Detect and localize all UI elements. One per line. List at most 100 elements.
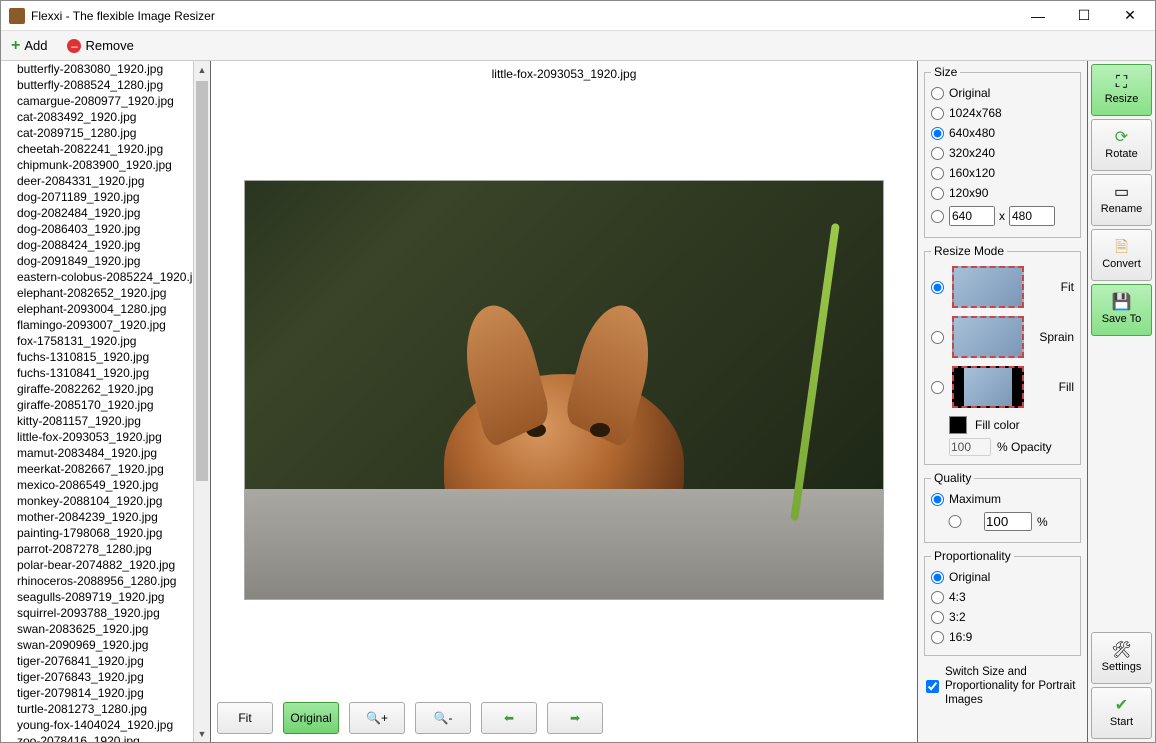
switch-portrait-row[interactable]: Switch Size and Proportionality for Port… bbox=[924, 662, 1081, 711]
list-item[interactable]: fuchs-1310815_1920.jpg bbox=[1, 349, 193, 365]
resize-button[interactable]: ⛶ Resize bbox=[1091, 64, 1152, 116]
convert-button[interactable]: 🗎 Convert bbox=[1091, 229, 1152, 281]
next-button[interactable]: ➡ bbox=[547, 702, 603, 734]
file-list-scrollbar[interactable]: ▲ ▼ bbox=[193, 61, 210, 742]
original-button[interactable]: Original bbox=[283, 702, 339, 734]
resize-mode-sprain[interactable]: Sprain bbox=[931, 312, 1074, 362]
sprain-radio[interactable] bbox=[931, 331, 944, 344]
list-item[interactable]: cheetah-2082241_1920.jpg bbox=[1, 141, 193, 157]
proportionality-radio[interactable] bbox=[931, 611, 944, 624]
list-item[interactable]: mexico-2086549_1920.jpg bbox=[1, 477, 193, 493]
list-item[interactable]: kitty-2081157_1920.jpg bbox=[1, 413, 193, 429]
list-item[interactable]: cat-2083492_1920.jpg bbox=[1, 109, 193, 125]
size-radio[interactable] bbox=[931, 87, 944, 100]
list-item[interactable]: dog-2082484_1920.jpg bbox=[1, 205, 193, 221]
quality-custom-radio[interactable] bbox=[931, 515, 979, 528]
list-item[interactable]: dog-2071189_1920.jpg bbox=[1, 189, 193, 205]
fit-radio[interactable] bbox=[931, 281, 944, 294]
remove-button[interactable]: – Remove bbox=[63, 36, 137, 55]
scroll-thumb[interactable] bbox=[196, 81, 208, 481]
list-item[interactable]: dog-2091849_1920.jpg bbox=[1, 253, 193, 269]
resize-mode-fit[interactable]: Fit bbox=[931, 262, 1074, 312]
close-button[interactable]: ✕ bbox=[1107, 1, 1153, 31]
list-item[interactable]: seagulls-2089719_1920.jpg bbox=[1, 589, 193, 605]
list-item[interactable]: turtle-2081273_1280.jpg bbox=[1, 701, 193, 717]
fill-color-swatch[interactable] bbox=[949, 416, 967, 434]
list-item[interactable]: tiger-2076841_1920.jpg bbox=[1, 653, 193, 669]
list-item[interactable]: elephant-2082652_1920.jpg bbox=[1, 285, 193, 301]
zoom-out-button[interactable]: 🔍- bbox=[415, 702, 471, 734]
size-radio[interactable] bbox=[931, 187, 944, 200]
size-option[interactable]: 160x120 bbox=[931, 163, 1074, 183]
list-item[interactable]: mamut-2083484_1920.jpg bbox=[1, 445, 193, 461]
list-item[interactable]: elephant-2093004_1280.jpg bbox=[1, 301, 193, 317]
list-item[interactable]: chipmunk-2083900_1920.jpg bbox=[1, 157, 193, 173]
proportionality-option[interactable]: 3:2 bbox=[931, 607, 1074, 627]
list-item[interactable]: deer-2084331_1920.jpg bbox=[1, 173, 193, 189]
list-item[interactable]: giraffe-2085170_1920.jpg bbox=[1, 397, 193, 413]
resize-mode-fill[interactable]: Fill bbox=[931, 362, 1074, 412]
settings-button[interactable]: 🛠 Settings bbox=[1091, 632, 1152, 684]
minimize-button[interactable]: — bbox=[1015, 1, 1061, 31]
file-list[interactable]: butterfly-2083080_1920.jpgbutterfly-2088… bbox=[1, 61, 193, 742]
rename-button[interactable]: ▭ Rename bbox=[1091, 174, 1152, 226]
list-item[interactable]: dog-2086403_1920.jpg bbox=[1, 221, 193, 237]
size-option[interactable]: 120x90 bbox=[931, 183, 1074, 203]
list-item[interactable]: giraffe-2082262_1920.jpg bbox=[1, 381, 193, 397]
scroll-up-icon[interactable]: ▲ bbox=[194, 61, 210, 78]
list-item[interactable]: butterfly-2083080_1920.jpg bbox=[1, 61, 193, 77]
proportionality-option[interactable]: 16:9 bbox=[931, 627, 1074, 647]
size-radio[interactable] bbox=[931, 147, 944, 160]
opacity-input[interactable] bbox=[949, 438, 991, 456]
list-item[interactable]: parrot-2087278_1280.jpg bbox=[1, 541, 193, 557]
list-item[interactable]: swan-2090969_1920.jpg bbox=[1, 637, 193, 653]
proportionality-radio[interactable] bbox=[931, 571, 944, 584]
scroll-down-icon[interactable]: ▼ bbox=[194, 725, 210, 742]
list-item[interactable]: monkey-2088104_1920.jpg bbox=[1, 493, 193, 509]
size-option[interactable]: 320x240 bbox=[931, 143, 1074, 163]
list-item[interactable]: young-fox-1404024_1920.jpg bbox=[1, 717, 193, 733]
rotate-button[interactable]: ⟳ Rotate bbox=[1091, 119, 1152, 171]
list-item[interactable]: butterfly-2088524_1280.jpg bbox=[1, 77, 193, 93]
quality-custom-row[interactable]: % bbox=[931, 509, 1074, 534]
list-item[interactable]: fox-1758131_1920.jpg bbox=[1, 333, 193, 349]
list-item[interactable]: polar-bear-2074882_1920.jpg bbox=[1, 557, 193, 573]
list-item[interactable]: meerkat-2082667_1920.jpg bbox=[1, 461, 193, 477]
fit-button[interactable]: Fit bbox=[217, 702, 273, 734]
size-radio[interactable] bbox=[931, 167, 944, 180]
custom-height-input[interactable] bbox=[1009, 206, 1055, 226]
start-button[interactable]: ✔ Start bbox=[1091, 687, 1152, 739]
list-item[interactable]: camargue-2080977_1920.jpg bbox=[1, 93, 193, 109]
quality-max-radio[interactable] bbox=[931, 493, 944, 506]
list-item[interactable]: cat-2089715_1280.jpg bbox=[1, 125, 193, 141]
size-option[interactable]: Original bbox=[931, 83, 1074, 103]
proportionality-option[interactable]: Original bbox=[931, 567, 1074, 587]
quality-input[interactable] bbox=[984, 512, 1032, 531]
size-option[interactable]: 1024x768 bbox=[931, 103, 1074, 123]
custom-width-input[interactable] bbox=[949, 206, 995, 226]
size-radio[interactable] bbox=[931, 107, 944, 120]
zoom-in-button[interactable]: 🔍+ bbox=[349, 702, 405, 734]
add-button[interactable]: + Add bbox=[7, 35, 51, 57]
list-item[interactable]: zoo-2078416_1920.jpg bbox=[1, 733, 193, 742]
list-item[interactable]: little-fox-2093053_1920.jpg bbox=[1, 429, 193, 445]
switch-portrait-checkbox[interactable] bbox=[926, 666, 939, 707]
save-to-button[interactable]: 💾 Save To bbox=[1091, 284, 1152, 336]
list-item[interactable]: squirrel-2093788_1920.jpg bbox=[1, 605, 193, 621]
list-item[interactable]: flamingo-2093007_1920.jpg bbox=[1, 317, 193, 333]
quality-max-radio-row[interactable]: Maximum bbox=[931, 489, 1074, 509]
proportionality-radio[interactable] bbox=[931, 591, 944, 604]
custom-size-radio[interactable] bbox=[931, 210, 944, 223]
prev-button[interactable]: ⬅ bbox=[481, 702, 537, 734]
fill-radio[interactable] bbox=[931, 381, 944, 394]
list-item[interactable]: painting-1798068_1920.jpg bbox=[1, 525, 193, 541]
list-item[interactable]: swan-2083625_1920.jpg bbox=[1, 621, 193, 637]
size-custom-radio[interactable]: x bbox=[931, 203, 1074, 229]
size-option[interactable]: 640x480 bbox=[931, 123, 1074, 143]
proportionality-option[interactable]: 4:3 bbox=[931, 587, 1074, 607]
list-item[interactable]: eastern-colobus-2085224_1920.jpg bbox=[1, 269, 193, 285]
list-item[interactable]: tiger-2079814_1920.jpg bbox=[1, 685, 193, 701]
proportionality-radio[interactable] bbox=[931, 631, 944, 644]
list-item[interactable]: rhinoceros-2088956_1280.jpg bbox=[1, 573, 193, 589]
list-item[interactable]: dog-2088424_1920.jpg bbox=[1, 237, 193, 253]
